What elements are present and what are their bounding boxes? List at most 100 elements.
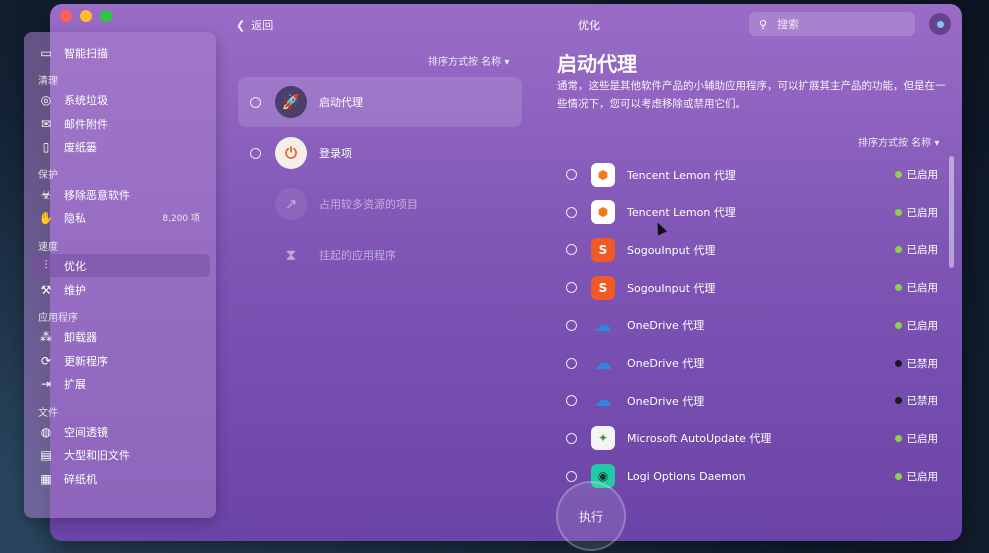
- search-field[interactable]: ⚲ 搜索: [749, 12, 915, 36]
- sidebar-section-header: 文件: [38, 408, 58, 419]
- row-select-radio[interactable]: [566, 169, 577, 180]
- agent-row[interactable]: S SogouInput 代理 已启用: [560, 269, 944, 306]
- row-select-radio[interactable]: [566, 395, 577, 407]
- status-toggle[interactable]: 已启用: [894, 431, 938, 446]
- category-item-hourglass[interactable]: ⧗ 挂起的应用程序: [238, 230, 522, 280]
- list-scrollbar[interactable]: [949, 156, 954, 268]
- agent-row[interactable]: ⬢ Tencent Lemon 代理 已启用: [560, 156, 944, 193]
- sidebar-section-header: 速度: [38, 242, 58, 253]
- sidebar-section-header: 保护: [38, 170, 58, 181]
- monitor-icon: ▭: [40, 45, 52, 60]
- status-toggle[interactable]: 已禁用: [894, 393, 939, 408]
- sidebar-section-header: 清理: [38, 76, 58, 87]
- run-button[interactable]: 执行: [556, 481, 626, 551]
- zoom-window-button[interactable]: [100, 10, 112, 22]
- status-toggle[interactable]: 已启用: [894, 242, 938, 257]
- agent-row[interactable]: ☁ OneDrive 代理 已禁用: [560, 345, 944, 382]
- back-label: 返回: [251, 19, 274, 32]
- back-button[interactable]: ❮ 返回: [236, 17, 273, 33]
- sidebar-item-label: 移除恶意软件: [64, 188, 130, 202]
- sogou-icon: S: [591, 237, 615, 262]
- sidebar-item-monitor[interactable]: ▭ 智能扫描: [32, 41, 210, 64]
- enabled-dot-icon: [894, 208, 902, 216]
- row-select-radio[interactable]: [566, 357, 577, 369]
- onedrive-icon: ☁: [594, 390, 612, 412]
- status-label: 已启用: [906, 470, 939, 483]
- status-label: 已禁用: [906, 395, 939, 408]
- run-button-label: 执行: [578, 509, 603, 524]
- agent-row[interactable]: ⬢ Tencent Lemon 代理 已启用: [560, 194, 944, 231]
- sidebar-item-wrench[interactable]: ⚒ 维护: [32, 278, 210, 301]
- minimize-window-button[interactable]: [80, 10, 92, 22]
- sidebar-item-label: 大型和旧文件: [64, 448, 130, 462]
- agent-row[interactable]: ☁ OneDrive 代理 已启用: [560, 307, 944, 344]
- rocket-icon: 🚀: [275, 86, 307, 118]
- category-radio[interactable]: [250, 147, 261, 159]
- middle-sort-dropdown[interactable]: 排序方式按 名称 ▾: [428, 53, 509, 68]
- hand-icon: ✋: [38, 210, 54, 225]
- row-select-radio[interactable]: [566, 432, 577, 444]
- chevron-left-icon: ❮: [236, 18, 246, 32]
- agent-name: OneDrive 代理: [627, 394, 705, 408]
- wrench-icon: ⚒: [40, 282, 52, 297]
- mail-icon: ✉: [40, 116, 52, 131]
- sliders-icon: ⫶: [44, 258, 48, 272]
- agent-name: Tencent Lemon 代理: [627, 168, 736, 182]
- sidebar-item-hand[interactable]: ✋ 隐私 8,200 项: [32, 206, 210, 229]
- sidebar-item-lens[interactable]: ◍ 空间透镜: [32, 420, 210, 443]
- close-window-button[interactable]: [60, 10, 72, 22]
- sidebar-item-shredder[interactable]: ▦ 碎纸机: [32, 467, 210, 490]
- sogou-icon: S: [591, 275, 615, 300]
- sidebar-item-trash[interactable]: ▯ 废纸篓: [32, 135, 210, 158]
- sidebar-item-biohazard[interactable]: ☣ 移除恶意软件: [32, 183, 210, 206]
- enabled-dot-icon: [894, 171, 902, 178]
- agent-name: SogouInput 代理: [627, 243, 716, 257]
- row-select-radio[interactable]: [566, 244, 577, 256]
- row-select-radio[interactable]: [566, 282, 577, 294]
- onedrive-icon: ☁: [594, 314, 612, 336]
- biohazard-icon: ☣: [40, 187, 52, 202]
- section-title: 启动代理: [557, 52, 637, 76]
- hourglass-icon: ⧗: [285, 246, 297, 264]
- agent-name: Microsoft AutoUpdate 代理: [627, 432, 772, 446]
- agent-row[interactable]: S SogouInput 代理 已启用: [560, 231, 944, 268]
- category-radio[interactable]: [250, 96, 261, 108]
- category-label: 挂起的应用程序: [319, 249, 396, 262]
- row-select-radio[interactable]: [566, 319, 577, 331]
- agent-row[interactable]: ✦ Microsoft AutoUpdate 代理 已启用: [560, 420, 944, 457]
- category-item-rocket[interactable]: 🚀 启动代理: [238, 77, 522, 127]
- sidebar-item-sliders[interactable]: ⫶ 优化: [32, 254, 210, 277]
- status-toggle[interactable]: 已禁用: [894, 356, 938, 371]
- assistant-dot-icon: [936, 20, 944, 28]
- status-toggle[interactable]: 已启用: [894, 205, 939, 220]
- sidebar-item-update[interactable]: ⟳ 更新程序: [32, 349, 210, 372]
- agent-row[interactable]: ☁ OneDrive 代理 已禁用: [560, 382, 944, 419]
- lemon-icon: ⬢: [591, 162, 615, 187]
- row-select-radio[interactable]: [566, 206, 577, 218]
- status-toggle[interactable]: 已启用: [894, 469, 939, 484]
- sidebar-item-mail[interactable]: ✉ 邮件附件: [32, 112, 210, 135]
- sidebar-item-extension[interactable]: ⇥ 扩展: [32, 372, 210, 395]
- status-toggle[interactable]: 已启用: [894, 167, 938, 182]
- status-label: 已启用: [906, 206, 939, 219]
- enabled-dot-icon: [894, 321, 902, 329]
- shredder-icon: ▦: [40, 471, 52, 486]
- agent-name: Tencent Lemon 代理: [627, 206, 736, 220]
- enabled-dot-icon: [894, 434, 902, 442]
- row-select-radio[interactable]: [566, 470, 577, 482]
- category-item-power[interactable]: ⏻ 登录项: [238, 128, 522, 178]
- category-label: 启动代理: [319, 96, 363, 109]
- page-title: 优化: [578, 19, 600, 32]
- sidebar-item-label: 扩展: [64, 377, 86, 391]
- status-toggle[interactable]: 已启用: [894, 280, 938, 295]
- enabled-dot-icon: [894, 472, 902, 480]
- enabled-dot-icon: [894, 246, 902, 254]
- category-item-chart[interactable]: ↗ 占用较多资源的项目: [238, 179, 522, 229]
- agent-row[interactable]: ◉ Logi Options Daemon 已启用: [560, 458, 944, 495]
- sidebar-item-folder[interactable]: ▤ 大型和旧文件: [32, 443, 210, 466]
- status-toggle[interactable]: 已启用: [894, 318, 938, 333]
- sidebar-item-disk[interactable]: ◎ 系统垃圾: [32, 88, 210, 111]
- sidebar-item-apps[interactable]: ⁂ 卸载器: [32, 325, 210, 348]
- list-sort-dropdown[interactable]: 排序方式按 名称 ▾: [858, 134, 939, 149]
- assistant-button[interactable]: [929, 13, 951, 35]
